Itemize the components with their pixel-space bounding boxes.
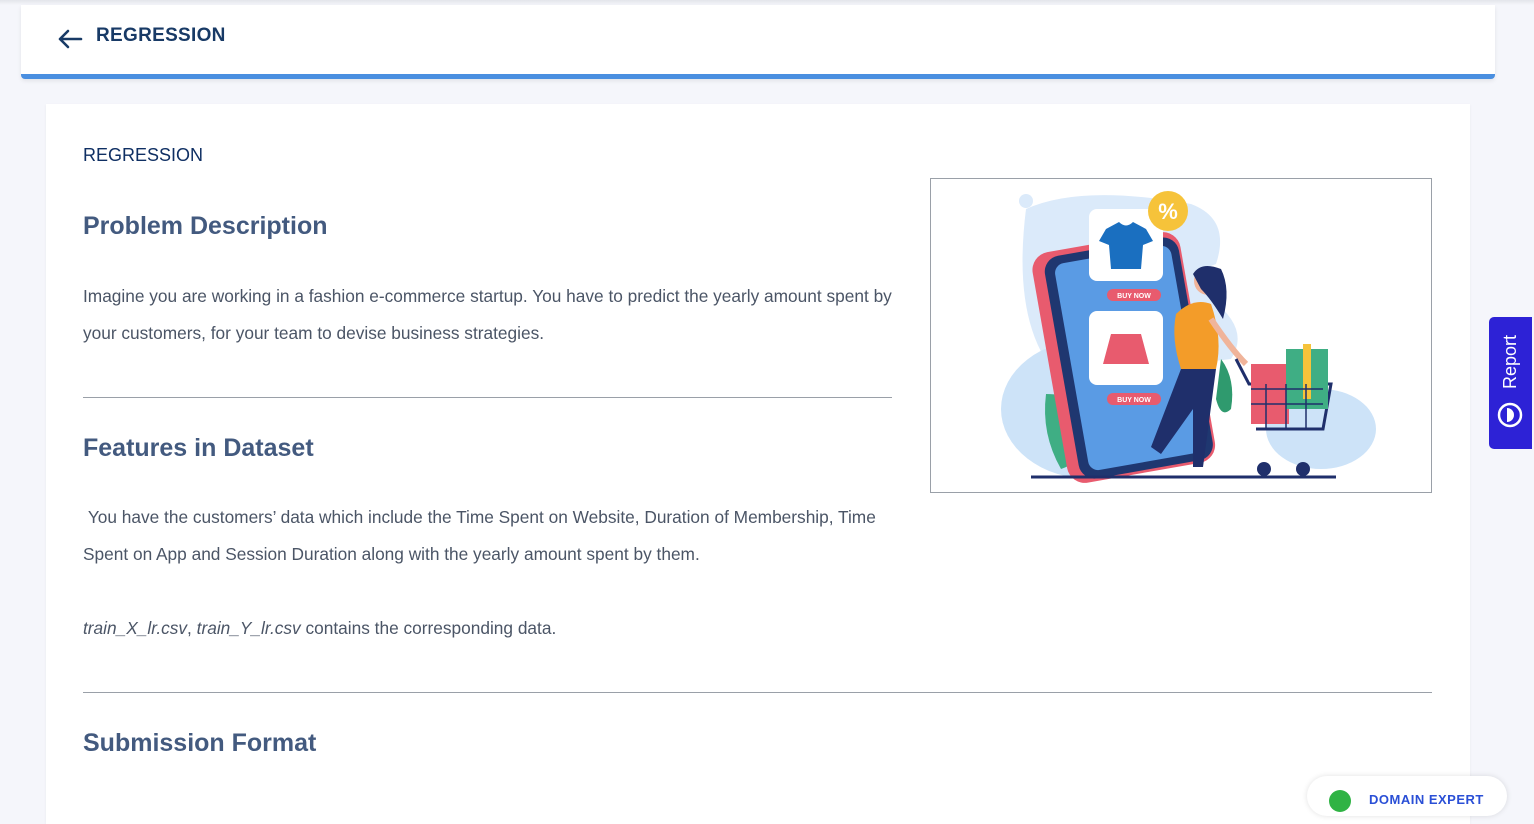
domain-expert-button[interactable]: DOMAIN EXPERT xyxy=(1307,776,1507,816)
percent-badge: % xyxy=(1158,199,1178,224)
shopping-illustration-art: BUY NOW BUY NOW % xyxy=(1001,191,1376,483)
files-text: train_X_lr.csv, train_Y_lr.csv contains … xyxy=(83,610,895,647)
features-text: You have the customers’ data which inclu… xyxy=(83,507,881,564)
header-title: REGRESSION xyxy=(96,25,226,46)
divider xyxy=(83,692,1432,693)
file-name: train_Y_lr.csv xyxy=(196,618,301,638)
buy-now-label: BUY NOW xyxy=(1117,397,1151,404)
divider xyxy=(83,397,892,398)
problem-description-text: Imagine you are working in a fashion e-c… xyxy=(83,286,892,343)
content-card: REGRESSION Problem Description Imagine y… xyxy=(46,104,1470,824)
problem-description-heading: Problem Description xyxy=(83,212,328,240)
report-label: Report xyxy=(1500,334,1520,389)
submission-format-heading: Submission Format xyxy=(83,729,317,757)
file-name: train_X_lr.csv xyxy=(83,618,188,638)
whatsapp-icon xyxy=(1329,790,1351,812)
section-label: REGRESSION xyxy=(83,145,204,165)
report-tab[interactable]: Report xyxy=(1489,317,1532,449)
page-header: REGRESSION xyxy=(21,5,1495,79)
domain-expert-label: DOMAIN EXPERT xyxy=(1369,792,1484,807)
buy-now-label: BUY NOW xyxy=(1117,293,1151,300)
shopping-illustration: BUY NOW BUY NOW % xyxy=(930,178,1432,493)
files-suffix: contains the corresponding data. xyxy=(300,618,557,638)
features-heading: Features in Dataset xyxy=(83,434,314,462)
report-icon xyxy=(1497,402,1523,428)
file-separator: , xyxy=(187,618,197,638)
arrow-left-icon[interactable] xyxy=(57,27,83,51)
